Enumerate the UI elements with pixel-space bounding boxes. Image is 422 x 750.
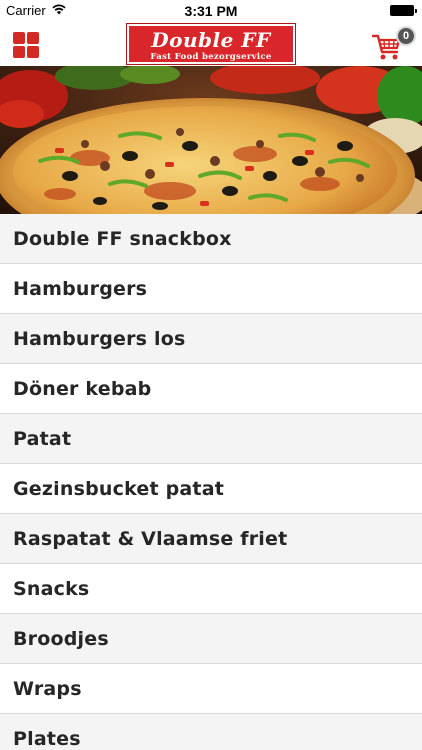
list-item-label: Raspatat & Vlaamse friet: [13, 527, 288, 550]
pizza-photo: [0, 66, 422, 214]
list-item-label: Plates: [13, 727, 81, 750]
category-list: Double FF snackbox Hamburgers Hamburgers…: [0, 214, 422, 750]
list-item[interactable]: Broodjes: [0, 614, 422, 664]
list-item[interactable]: Hamburgers: [0, 264, 422, 314]
list-item[interactable]: Hamburgers los: [0, 314, 422, 364]
list-item[interactable]: Döner kebab: [0, 364, 422, 414]
grid-square-icon: [27, 46, 39, 58]
battery-icon: [390, 5, 417, 16]
list-item[interactable]: Snacks: [0, 564, 422, 614]
list-item[interactable]: Gezinsbucket patat: [0, 464, 422, 514]
logo-subtitle: Fast Food bezorgservice: [150, 52, 272, 62]
brand-logo: Double FF Fast Food bezorgservice: [126, 23, 296, 65]
list-item[interactable]: Double FF snackbox: [0, 214, 422, 264]
list-item-label: Döner kebab: [13, 377, 152, 400]
list-item[interactable]: Plates: [0, 714, 422, 750]
navigation-bar: Double FF Fast Food bezorgservice 0: [0, 22, 422, 66]
list-item-label: Snacks: [13, 577, 90, 600]
list-item-label: Hamburgers los: [13, 327, 186, 350]
hero-pizza-image: [0, 66, 422, 214]
list-item-label: Broodjes: [13, 627, 109, 650]
grid-square-icon: [27, 32, 39, 44]
grid-square-icon: [13, 46, 25, 58]
grid-square-icon: [13, 32, 25, 44]
status-time: 3:31 PM: [184, 3, 238, 19]
list-item-label: Wraps: [13, 677, 82, 700]
status-bar: Carrier 3:31 PM: [0, 0, 422, 22]
menu-grid-button[interactable]: [13, 32, 39, 58]
cart-button[interactable]: 0: [372, 26, 416, 62]
list-item[interactable]: Wraps: [0, 664, 422, 714]
list-item-label: Double FF snackbox: [13, 227, 232, 250]
cart-count-badge: 0: [396, 26, 416, 46]
list-item-label: Hamburgers: [13, 277, 148, 300]
list-item[interactable]: Raspatat & Vlaamse friet: [0, 514, 422, 564]
list-item[interactable]: Patat: [0, 414, 422, 464]
list-item-label: Patat: [13, 427, 72, 450]
list-item-label: Gezinsbucket patat: [13, 477, 224, 500]
logo-title: Double FF: [151, 28, 271, 52]
